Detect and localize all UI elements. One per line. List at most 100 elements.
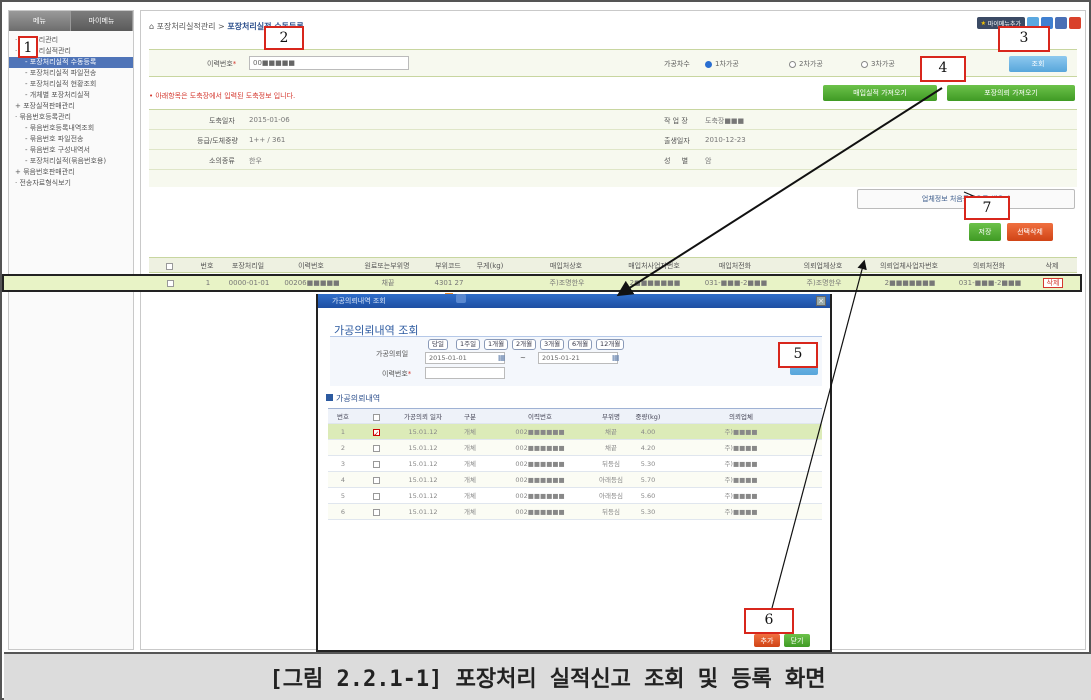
tab-my-menu[interactable]: 마이메뉴	[71, 11, 133, 31]
info-row: 도축일자 2015-01-06 작 업 장 도축장■■■	[149, 110, 1077, 130]
popup-cell: 5	[340, 492, 346, 500]
column-header: 의뢰처전화	[972, 262, 1006, 270]
radio-3rd[interactable]: 3차가공	[861, 59, 895, 69]
row-checkbox[interactable]	[372, 492, 380, 500]
workplace-label: 작 업 장	[664, 117, 688, 125]
sidebar-item[interactable]: - 포장처리실적 파일전송	[9, 68, 133, 79]
row-checkbox[interactable]	[166, 279, 174, 287]
popup-table-row[interactable]: 1 15.01.12 개체 002■■■■■■ 채끝 4.00 주)■■■■	[328, 424, 822, 440]
sidebar-item[interactable]: - 개체별 포장처리실적	[9, 90, 133, 101]
radio-dot	[789, 60, 796, 68]
popup-cell: 3	[340, 460, 346, 468]
popup-column-header: 중량(kg)	[635, 413, 661, 421]
popup-titlebar[interactable]: 가공의뢰내역 조회 ×	[318, 294, 830, 308]
popup-cell: 5.60	[640, 492, 656, 500]
row-checkbox[interactable]	[372, 508, 380, 516]
popup-cell: 002■■■■■■	[515, 492, 565, 500]
popup-cell: 주)■■■■	[724, 444, 758, 452]
row-checkbox[interactable]	[372, 428, 380, 436]
breadcrumb-parent[interactable]: 포장처리실적관리 >	[157, 22, 225, 31]
row-checkbox[interactable]	[372, 444, 380, 452]
period-button[interactable]: 1개월	[484, 339, 509, 350]
row-checkbox[interactable]	[372, 460, 380, 468]
select-all-checkbox[interactable]	[165, 262, 173, 270]
sidebar-tabs: 메뉴 마이메뉴	[9, 11, 133, 31]
breed-label: 소의종류	[209, 157, 235, 165]
figure-caption: [그림 2.2.1-1] 포장처리 실적신고 조회 및 등록 화면	[4, 652, 1091, 700]
table-row[interactable]: 1 0000-01-01 00206■■■■■ 채끝 4301 27 주)조명한우 2■■…	[2, 274, 1082, 301]
popup-table-header: 번호 가공의뢰 일자 구분 이력번호 부위명 중량(kg) 의뢰업체	[328, 408, 822, 424]
calendar-icon[interactable]: ▦	[612, 353, 620, 362]
process-order-label: 가공차수	[664, 60, 690, 68]
purchase-import-button[interactable]: 매입실적 가져오기	[823, 85, 937, 101]
annotation-1: 1	[18, 36, 38, 58]
sidebar-item[interactable]: + 포장실적판매관리	[9, 101, 133, 112]
workplace: 도축장■■■	[705, 117, 745, 125]
popup-cell: 5.70	[640, 476, 656, 484]
popup-window-title: 가공의뢰내역 조회	[332, 297, 386, 305]
tab-menu[interactable]: 메뉴	[9, 11, 71, 31]
popup-column-header: 의뢰업체	[729, 413, 753, 421]
popup-close-icon[interactable]: ×	[816, 296, 826, 306]
slaughter-date: 2015-01-06	[249, 116, 290, 124]
delete-selected-button[interactable]: 선택삭제	[1007, 223, 1053, 241]
grade: 1++ / 361	[249, 136, 286, 144]
calendar-icon[interactable]: ▦	[498, 353, 506, 362]
period-button[interactable]: 6개월	[568, 339, 593, 350]
date-from-input[interactable]: 2015-01-01	[425, 352, 505, 364]
birth-date: 2010-12-23	[705, 136, 746, 144]
column-header: 원료또는부위명	[364, 262, 410, 270]
annotation-3: 3	[998, 26, 1050, 52]
annotation-4: 4	[920, 56, 966, 82]
sidebar-item[interactable]: - 묶음번호 구성내역서	[9, 145, 133, 156]
search-button[interactable]: 조회	[1009, 56, 1067, 72]
maximize-icon[interactable]	[1055, 17, 1067, 29]
popup-cell: 002■■■■■■	[515, 428, 565, 436]
popup-cell: 주)■■■■	[724, 428, 758, 436]
sidebar-item[interactable]: - 포장처리실적 현황조회	[9, 79, 133, 90]
close-button[interactable]: 닫기	[784, 634, 810, 647]
popup-cell: 개체	[464, 444, 476, 452]
date-to-input[interactable]: 2015-01-21	[538, 352, 618, 364]
table-cell: 2■■■■■■■	[629, 279, 681, 287]
add-button[interactable]: 추가	[754, 634, 780, 647]
period-button[interactable]: 당일	[428, 339, 448, 350]
sidebar-item[interactable]: - 묶음번호등록내역조회	[9, 123, 133, 134]
close-icon[interactable]	[1069, 17, 1081, 29]
sidebar-item[interactable]: · 묶음번호등록관리	[9, 112, 133, 123]
popup-table-row[interactable]: 3 15.01.12 개체 002■■■■■■ 뒤등심 5.30 주)■■■■	[328, 456, 822, 472]
sidebar-item[interactable]: + 묶음번호판매관리	[9, 167, 133, 178]
star-icon: ★	[980, 19, 986, 27]
table-cell: 00206■■■■■	[284, 279, 340, 287]
popup-table-row[interactable]: 2 15.01.12 개체 002■■■■■■ 채끝 4.20 주)■■■■	[328, 440, 822, 456]
sidebar-item[interactable]: · 전송자료형식보기	[9, 178, 133, 189]
trace-number-input[interactable]: 00■■■■■	[249, 56, 409, 70]
sidebar-item[interactable]: - 묶음번호 파일전송	[9, 134, 133, 145]
period-button[interactable]: 2개월	[512, 339, 537, 350]
period-button[interactable]: 1주일	[456, 339, 481, 350]
row-delete-button[interactable]: 삭제	[1042, 278, 1064, 288]
radio-2nd[interactable]: 2차가공	[789, 59, 823, 69]
sidebar-item[interactable]: - 포장처리실적 수동등록	[9, 57, 133, 68]
period-button[interactable]: 12개월	[596, 339, 625, 350]
popup-table-row[interactable]: 5 15.01.12 개체 002■■■■■■ 아래등심 5.60 주)■■■■	[328, 488, 822, 504]
popup-cell: 002■■■■■■	[515, 476, 565, 484]
popup-cell: 5.30	[640, 460, 656, 468]
popup-column-header: 부위명	[602, 413, 620, 421]
popup-column-header: 가공의뢰 일자	[404, 413, 442, 421]
request-import-button[interactable]: 포장의뢰 가져오기	[947, 85, 1075, 101]
notice-text: • 아래항목은 도축장에서 입력된 도축정보 입니다.	[149, 92, 296, 100]
table-cell: 채끝	[381, 279, 395, 287]
slaughter-info: 도축일자 2015-01-06 작 업 장 도축장■■■ 등급/도체중량 1++…	[149, 109, 1077, 187]
period-button[interactable]: 3개월	[540, 339, 565, 350]
popup-cell: 주)■■■■	[724, 508, 758, 516]
column-header: 매입처전화	[718, 262, 752, 270]
save-button[interactable]: 저장	[969, 223, 1001, 241]
radio-1st[interactable]: 1차가공	[705, 59, 739, 69]
select-all-checkbox[interactable]	[372, 413, 380, 421]
popup-table-row[interactable]: 6 15.01.12 개체 002■■■■■■ 뒤등심 5.30 주)■■■■	[328, 504, 822, 520]
popup-table-row[interactable]: 4 15.01.12 개체 002■■■■■■ 아래등심 5.70 주)■■■■	[328, 472, 822, 488]
popup-trace-input[interactable]	[425, 367, 505, 379]
row-checkbox[interactable]	[372, 476, 380, 484]
sidebar-item[interactable]: - 포장처리실적(묶음번호용)	[9, 156, 133, 167]
